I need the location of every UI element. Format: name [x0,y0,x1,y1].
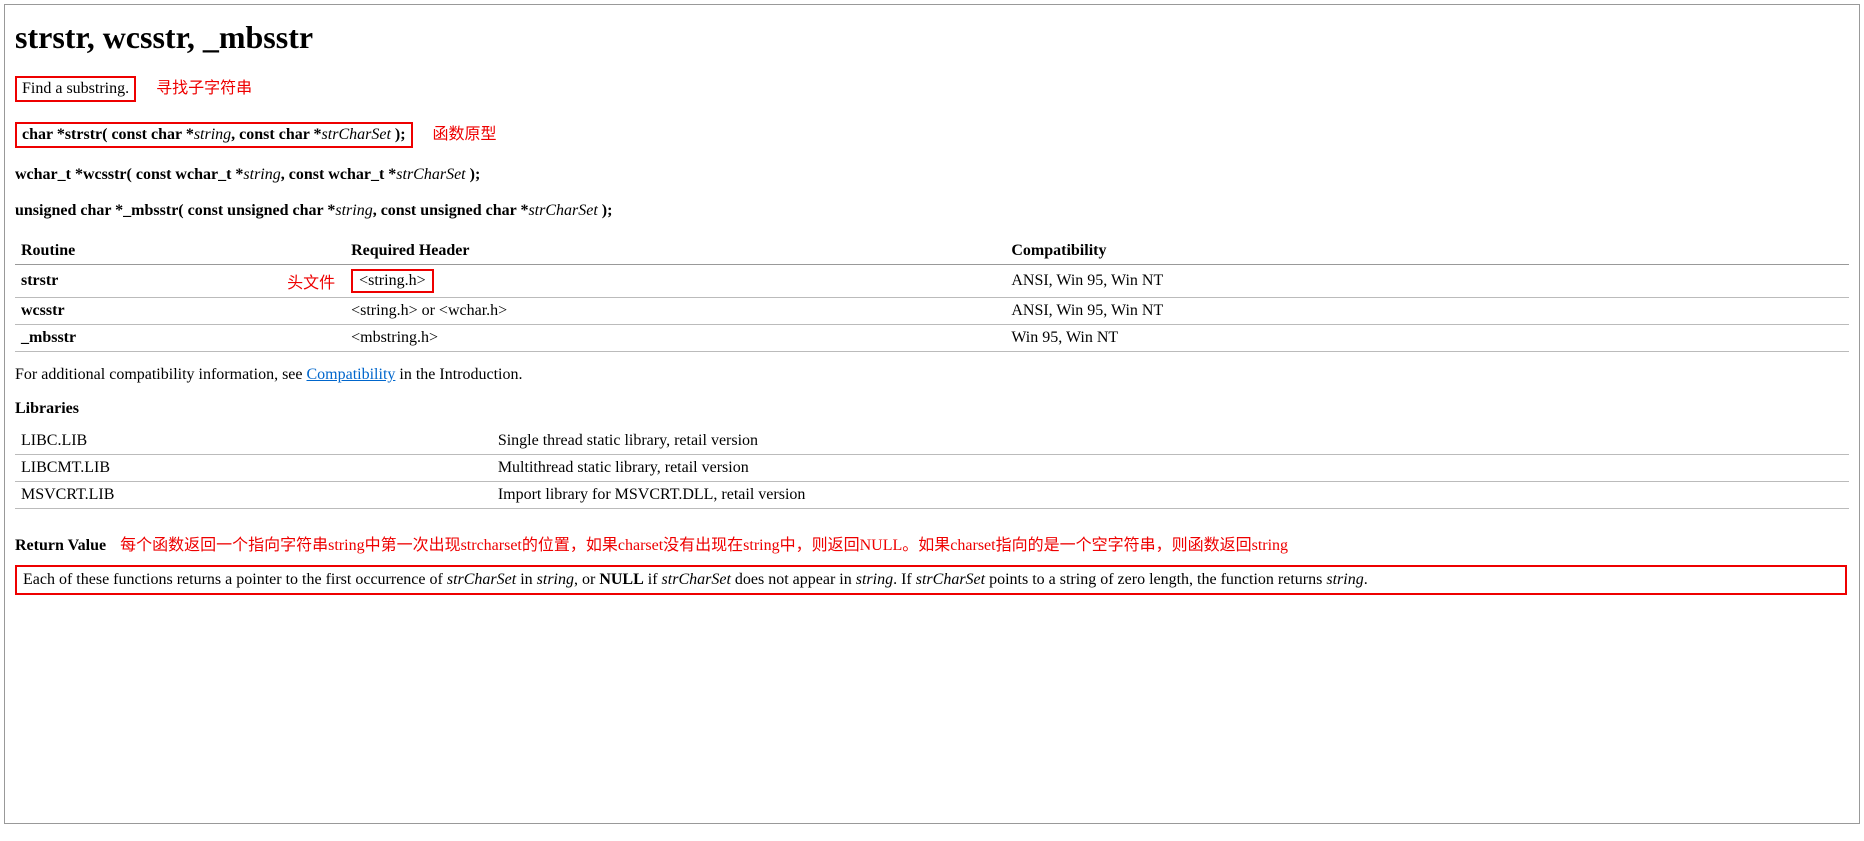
text: . [1364,571,1368,588]
libraries-table: LIBC.LIB Single thread static library, r… [15,428,1849,509]
lib-name: MSVCRT.LIB [15,482,492,509]
summary-text: Find a substring. [15,76,136,102]
return-value-heading-line: Return Value 每个函数返回一个指向字符串string中第一次出现st… [15,531,1849,555]
prototype-wcsstr: wchar_t *wcsstr( const wchar_t *string, … [15,166,1849,184]
text: strCharSet [447,571,516,588]
summary-annotation: 寻找子字符串 [156,80,252,97]
text: points to a string of zero length, the f… [985,571,1326,588]
prototype-mbsstr: unsigned char *_mbsstr( const unsigned c… [15,202,1849,220]
text: does not appear in [731,571,856,588]
proto-text: unsigned char *_mbsstr( const unsigned c… [15,202,335,219]
document-page: strstr, wcsstr, _mbsstr Find a substring… [4,4,1860,824]
text: string [537,571,574,588]
proto-param: string [335,202,372,219]
proto-text: wchar_t *wcsstr( const wchar_t * [15,166,243,183]
compat-cell: ANSI, Win 95, Win NT [1005,298,1849,325]
proto-param: string [194,126,231,143]
proto-text: , const unsigned char * [373,202,529,219]
routine-cell: strstr 头文件 [15,265,345,298]
proto-param: string [243,166,280,183]
libraries-heading: Libraries [15,400,1849,418]
prototype-annotation: 函数原型 [433,126,497,143]
compatibility-link[interactable]: Compatibility [307,366,396,383]
header-cell: <string.h> [345,265,1005,298]
text: strCharSet [662,571,731,588]
col-compatibility: Compatibility [1005,238,1849,265]
summary-line: Find a substring. 寻找子字符串 [15,74,1849,102]
header-value: <string.h> [351,269,434,293]
lib-desc: Import library for MSVCRT.DLL, retail ve… [492,482,1849,509]
compat-cell: Win 95, Win NT [1005,325,1849,352]
header-cell: <mbstring.h> [345,325,1005,352]
text: string [1326,571,1363,588]
table-row: LIBC.LIB Single thread static library, r… [15,428,1849,455]
col-routine: Routine [15,238,345,265]
routine-cell: wcsstr [15,298,345,325]
compat-info-line: For additional compatibility information… [15,366,1849,384]
routine-cell: _mbsstr [15,325,345,352]
lib-name: LIBC.LIB [15,428,492,455]
text: Each of these functions returns a pointe… [23,571,447,588]
table-header-row: Routine Required Header Compatibility [15,238,1849,265]
proto-text: ); [391,126,406,143]
prototype-strstr: char *strstr( const char *string, const … [15,120,1849,148]
lib-desc: Multithread static library, retail versi… [492,455,1849,482]
proto-param: strCharSet [322,126,391,143]
text: in the Introduction. [395,366,522,383]
text: . If [893,571,916,588]
table-row: wcsstr <string.h> or <wchar.h> ANSI, Win… [15,298,1849,325]
table-row: MSVCRT.LIB Import library for MSVCRT.DLL… [15,482,1849,509]
text: , or [574,571,599,588]
text: strCharSet [916,571,985,588]
routine-name: strstr [21,272,58,290]
text: NULL [599,571,643,588]
compat-cell: ANSI, Win 95, Win NT [1005,265,1849,298]
return-value-annotation: 每个函数返回一个指向字符串string中第一次出现strcharset的位置，如… [120,531,1288,555]
lib-desc: Single thread static library, retail ver… [492,428,1849,455]
page-title: strstr, wcsstr, _mbsstr [15,19,1849,56]
col-required-header: Required Header [345,238,1005,265]
text: in [516,571,536,588]
table-row: _mbsstr <mbstring.h> Win 95, Win NT [15,325,1849,352]
table-row: strstr 头文件 <string.h> ANSI, Win 95, Win … [15,265,1849,298]
return-value-heading: Return Value [15,537,106,555]
proto-param: strCharSet [528,202,597,219]
proto-text: char *strstr( const char * [22,126,194,143]
proto-text: , const char * [231,126,321,143]
table-row: LIBCMT.LIB Multithread static library, r… [15,455,1849,482]
proto-text: ); [598,202,613,219]
text: string [856,571,893,588]
proto-text: ); [466,166,481,183]
proto-param: strCharSet [396,166,465,183]
lib-name: LIBCMT.LIB [15,455,492,482]
text: if [644,571,662,588]
header-annotation: 头文件 [287,269,335,293]
return-value-description: Each of these functions returns a pointe… [15,565,1847,595]
proto-text: , const wchar_t * [281,166,397,183]
text: For additional compatibility information… [15,366,307,383]
prototype-strstr-box: char *strstr( const char *string, const … [15,122,413,148]
header-cell: <string.h> or <wchar.h> [345,298,1005,325]
header-compat-table: Routine Required Header Compatibility st… [15,238,1849,352]
